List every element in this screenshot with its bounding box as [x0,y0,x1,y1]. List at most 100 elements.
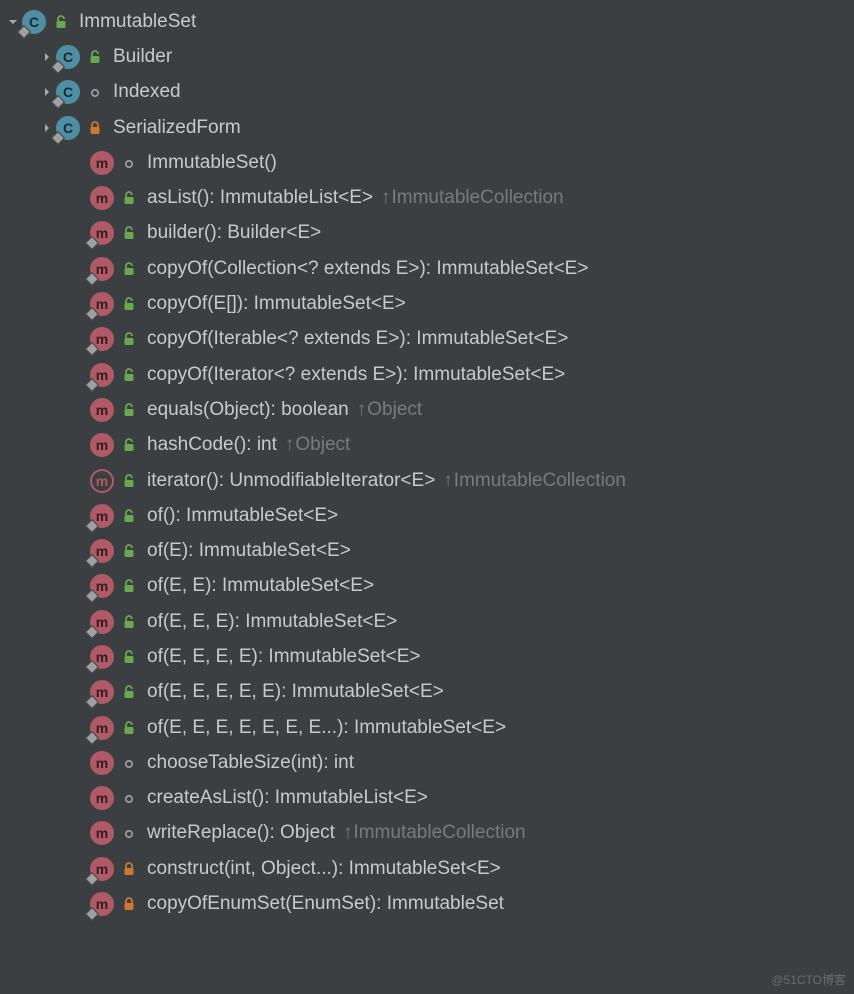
member-label: builder(): Builder<E> [147,222,321,244]
package-visibility-icon [117,154,141,172]
public-lock-icon [117,224,141,242]
member-label: copyOf(E[]): ImmutableSet<E> [147,293,406,315]
inherited-from-label: ↑Object [357,399,422,421]
tree-row[interactable]: m of(): ImmutableSet<E> [0,498,854,533]
tree-row[interactable]: C SerializedForm [0,110,854,145]
up-arrow-icon: ↑ [357,399,367,421]
tree-row[interactable]: CBuilder [0,39,854,74]
tree-row[interactable]: m of(E, E): ImmutableSet<E> [0,569,854,604]
tree-row[interactable]: m copyOf(Collection<? extends E>): Immuta… [0,251,854,286]
private-lock-icon [117,895,141,913]
method-icon: m [90,539,114,563]
method-icon: m [90,716,114,740]
member-label: equals(Object): boolean [147,399,349,421]
method-icon: m [90,610,114,634]
member-label: of(E, E, E, E, E): ImmutableSet<E> [147,681,444,703]
tree-row[interactable]: m of(E, E, E, E): ImmutableSet<E> [0,639,854,674]
member-label: copyOf(Collection<? extends E>): Immutab… [147,258,588,280]
public-lock-icon [83,48,107,66]
chevron-right-icon[interactable] [38,87,56,97]
tree-row[interactable]: m hashCode(): int ↑Object [0,428,854,463]
public-lock-icon [117,295,141,313]
public-lock-icon [117,613,141,631]
tree-row[interactable]: m builder(): Builder<E> [0,216,854,251]
tree-row[interactable]: m of(E, E, E, E, E, E, E...): ImmutableSe… [0,710,854,745]
structure-tree: CImmutableSetCBuilderCIndexedCSerialized… [0,4,854,922]
package-visibility-icon [117,789,141,807]
method-icon: m [90,857,114,881]
package-visibility-icon [117,824,141,842]
tree-row[interactable]: m of(E): ImmutableSet<E> [0,533,854,568]
method-icon: m [90,504,114,528]
class-icon: C [56,45,80,69]
member-label: construct(int, Object...): ImmutableSet<… [147,858,501,880]
tree-row[interactable]: m of(E, E, E): ImmutableSet<E> [0,604,854,639]
member-label: hashCode(): int [147,434,277,456]
chevron-right-icon[interactable] [38,52,56,62]
up-arrow-icon: ↑ [443,470,453,492]
member-label: of(): ImmutableSet<E> [147,505,338,527]
member-label: createAsList(): ImmutableList<E> [147,787,428,809]
tree-row[interactable]: m of(E, E, E, E, E): ImmutableSet<E> [0,675,854,710]
tree-row[interactable]: m copyOf(E[]): ImmutableSet<E> [0,286,854,321]
method-icon: m [90,645,114,669]
inherited-from-label: ↑ImmutableCollection [443,470,626,492]
tree-row[interactable]: mImmutableSet() [0,145,854,180]
member-label: ImmutableSet() [147,152,277,174]
tree-row[interactable]: CImmutableSet [0,4,854,39]
method-icon: m [90,786,114,810]
method-icon: m [90,257,114,281]
public-lock-icon [117,436,141,454]
method-icon: m [90,574,114,598]
method-icon: m [90,398,114,422]
tree-row[interactable]: m copyOf(Iterator<? extends E>): Immutabl… [0,357,854,392]
up-arrow-icon: ↑ [343,822,353,844]
tree-row[interactable]: m equals(Object): boolean ↑Object [0,392,854,427]
method-icon: m [90,680,114,704]
tree-row[interactable]: CIndexed [0,75,854,110]
public-lock-icon [117,542,141,560]
method-icon: m [90,821,114,845]
method-icon: m [90,327,114,351]
method-icon: m [90,433,114,457]
member-label: SerializedForm [113,117,241,139]
class-icon: C [56,80,80,104]
method-icon: m [90,221,114,245]
member-label: copyOf(Iterator<? extends E>): Immutable… [147,364,565,386]
member-label: of(E, E): ImmutableSet<E> [147,575,374,597]
method-icon: m [90,363,114,387]
member-label: copyOf(Iterable<? extends E>): Immutable… [147,328,568,350]
public-lock-icon [117,330,141,348]
inherited-from-label: ↑Object [285,434,350,456]
member-label: of(E): ImmutableSet<E> [147,540,351,562]
tree-row[interactable]: mchooseTableSize(int): int [0,745,854,780]
tree-row[interactable]: m createAsList(): ImmutableList<E> [0,781,854,816]
member-label: of(E, E, E): ImmutableSet<E> [147,611,397,633]
tree-row[interactable]: masList(): ImmutableList<E>↑ImmutableCol… [0,180,854,215]
class-icon: C [56,116,80,140]
up-arrow-icon: ↑ [285,434,295,456]
method-icon: m [90,469,114,493]
tree-row[interactable]: mwriteReplace(): Object↑ImmutableCollect… [0,816,854,851]
public-lock-icon [117,401,141,419]
tree-row[interactable]: m copyOf(Iterable<? extends E>): Immutabl… [0,322,854,357]
public-lock-icon [117,719,141,737]
method-icon: m [90,892,114,916]
member-label: of(E, E, E, E): ImmutableSet<E> [147,646,421,668]
up-arrow-icon: ↑ [381,187,391,209]
method-icon: m [90,186,114,210]
watermark: @51CTO博客 [771,971,846,988]
chevron-down-icon[interactable] [4,17,22,27]
tree-row[interactable]: mcopyOfEnumSet(EnumSet): ImmutableSet [0,886,854,921]
chevron-right-icon[interactable] [38,123,56,133]
member-label: of(E, E, E, E, E, E, E...): ImmutableSet… [147,717,506,739]
public-lock-icon [117,366,141,384]
tree-row[interactable]: m construct(int, Object...): ImmutableSet… [0,851,854,886]
class-icon: C [22,10,46,34]
method-icon: m [90,292,114,316]
member-label: writeReplace(): Object [147,822,335,844]
private-lock-icon [83,119,107,137]
public-lock-icon [117,472,141,490]
tree-row[interactable]: m iterator(): UnmodifiableIterator<E> ↑Imm… [0,463,854,498]
member-label: iterator(): UnmodifiableIterator<E> [147,470,435,492]
